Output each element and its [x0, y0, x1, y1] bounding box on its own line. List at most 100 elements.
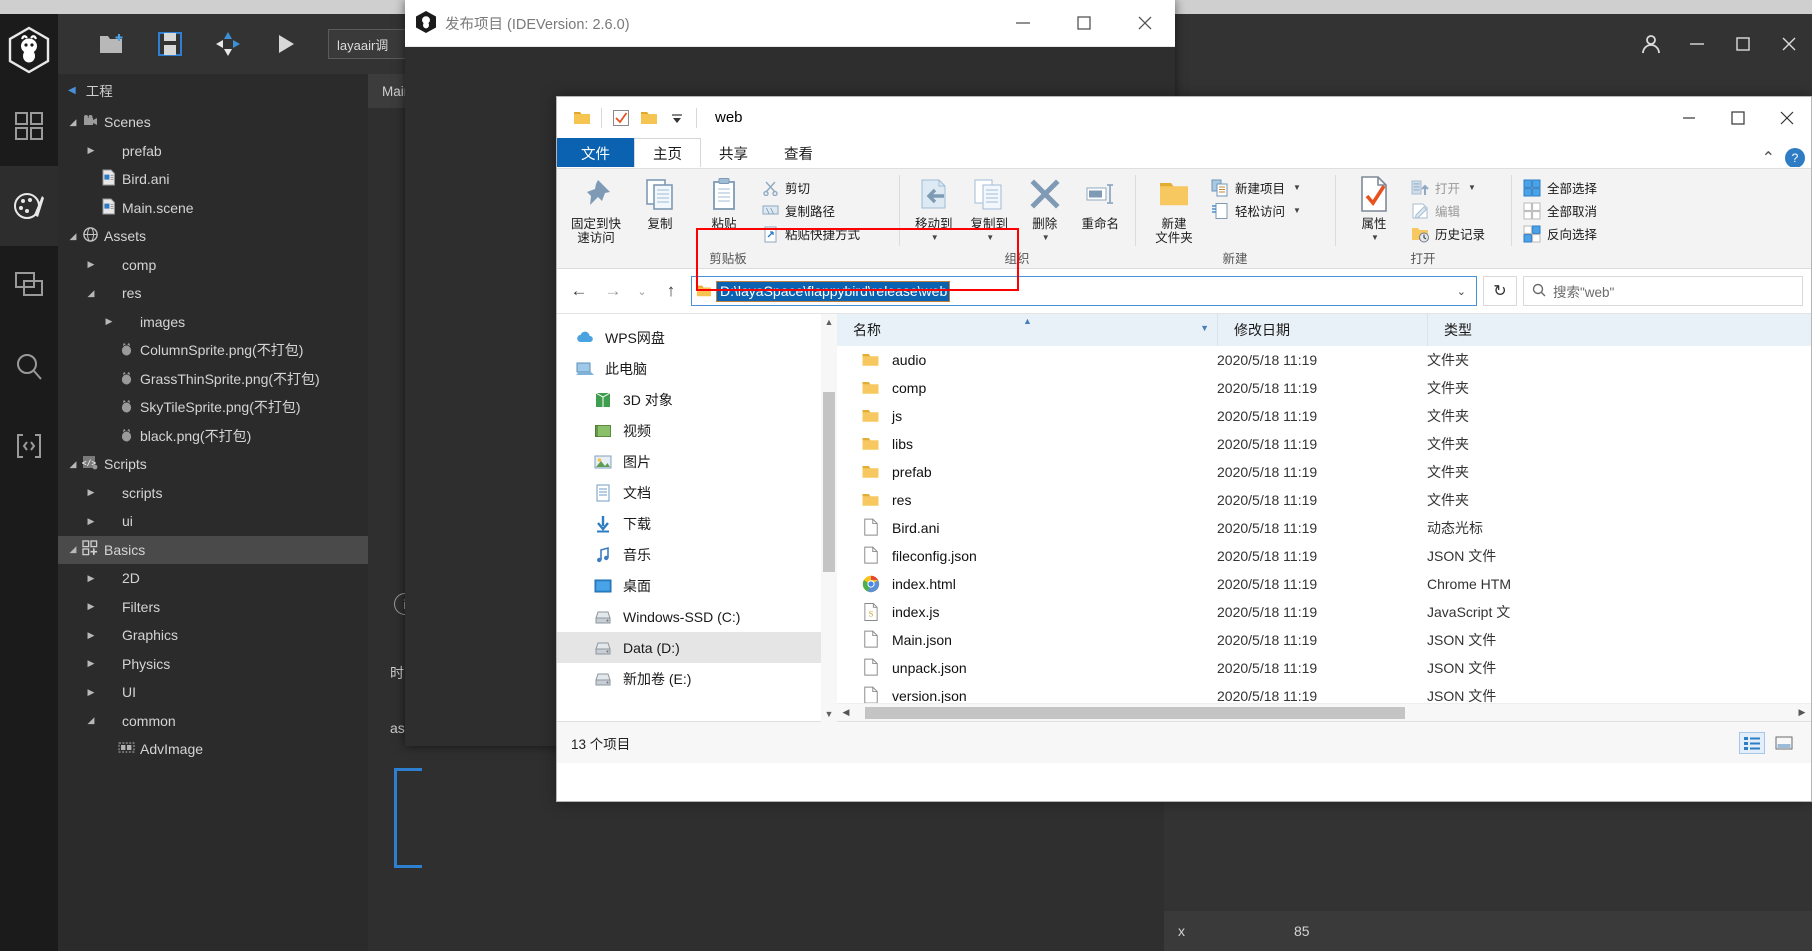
tree-expander-icon[interactable]: ◢	[66, 459, 80, 470]
tree-item-res[interactable]: ◢ res	[58, 279, 368, 308]
tree-expander-icon[interactable]: ▶	[84, 687, 98, 698]
nav-item-3[interactable]: 视频	[557, 415, 837, 446]
tree-expander-icon[interactable]: ▶	[102, 316, 116, 327]
tree-item-graphics[interactable]: ▶ Graphics	[58, 621, 368, 650]
nav-item-6[interactable]: 下载	[557, 508, 837, 539]
ribbon-button-copyto[interactable]: 复制到 ▼	[963, 175, 1017, 245]
tree-expander-icon[interactable]: ▶	[84, 658, 98, 669]
recent-locations-icon[interactable]: ⌄	[633, 277, 651, 305]
rail-item-palette[interactable]	[0, 166, 58, 246]
publish-maximize-button[interactable]	[1053, 0, 1114, 47]
publish-minimize-button[interactable]	[992, 0, 1053, 47]
column-header-date[interactable]: 修改日期	[1217, 314, 1427, 346]
tab-view[interactable]: 查看	[766, 138, 831, 168]
chevron-down-icon[interactable]: ▼	[1293, 206, 1301, 215]
tab-file[interactable]: 文件	[557, 138, 634, 168]
tree-expander-icon[interactable]: ▶	[84, 630, 98, 641]
chevron-down-icon[interactable]: ▼	[917, 231, 953, 245]
nav-item-7[interactable]: 音乐	[557, 539, 837, 570]
tree-item-scenes[interactable]: ◢ Scenes	[58, 108, 368, 137]
tree-expander-icon[interactable]: ◢	[66, 117, 80, 128]
ribbon-button-copypath[interactable]: \\ 复制路径	[757, 199, 864, 222]
tab-home[interactable]: 主页	[634, 138, 701, 168]
tree-item-basics[interactable]: ◢ Basics	[58, 535, 368, 564]
folder-icon[interactable]	[571, 107, 593, 129]
tree-item-ui[interactable]: ▶ ui	[58, 507, 368, 536]
tree-item-common[interactable]: ◢ common	[58, 707, 368, 736]
run-icon[interactable]	[270, 28, 302, 60]
chevron-down-icon[interactable]: ▼	[1363, 231, 1386, 245]
tree-item-filters[interactable]: ▶ Filters	[58, 593, 368, 622]
tree-item-ui[interactable]: ▶ UI	[58, 678, 368, 707]
tree-item-physics[interactable]: ▶ Physics	[58, 650, 368, 679]
table-row[interactable]: prefab 2020/5/18 11:19 文件夹	[837, 458, 1811, 486]
property-value[interactable]: 85	[1294, 923, 1310, 939]
refresh-button[interactable]: ↻	[1483, 276, 1517, 306]
ribbon-button-properties[interactable]: 属性 ▼	[1343, 175, 1405, 245]
table-row[interactable]: audio 2020/5/18 11:19 文件夹	[837, 346, 1811, 374]
tree-item-scripts[interactable]: ▶ scripts	[58, 479, 368, 508]
tree-expander-icon[interactable]: ▶	[84, 516, 98, 527]
details-view-button[interactable]	[1739, 731, 1765, 754]
tree-item-columnspritepng[interactable]: ColumnSprite.png(不打包)	[58, 336, 368, 365]
collapse-left-icon[interactable]: ◀	[68, 85, 76, 96]
nav-item-10[interactable]: Data (D:)	[557, 632, 837, 663]
tab-share[interactable]: 共享	[701, 138, 766, 168]
explorer-close-button[interactable]	[1762, 97, 1811, 138]
help-icon[interactable]: ?	[1785, 148, 1805, 168]
ribbon-button-invertselect[interactable]: 反向选择	[1519, 222, 1601, 245]
ribbon-button-moveto[interactable]: 移动到 ▼	[907, 175, 961, 245]
tree-item-comp[interactable]: ▶ comp	[58, 251, 368, 280]
scrollbar-thumb[interactable]	[823, 392, 835, 572]
ribbon-button-newfolder[interactable]: 新建 文件夹	[1143, 175, 1205, 245]
column-header-name[interactable]: 名称 ▲ ▼	[837, 314, 1217, 346]
table-row[interactable]: unpack.json 2020/5/18 11:19 JSON 文件	[837, 654, 1811, 682]
ribbon-button-rename[interactable]: 重命名	[1074, 175, 1128, 231]
chevron-down-icon[interactable]: ▼	[1293, 183, 1301, 192]
hscroll-track[interactable]	[855, 704, 1793, 722]
scroll-up-icon[interactable]: ▲	[821, 314, 837, 330]
nav-item-11[interactable]: 新加卷 (E:)	[557, 663, 837, 694]
save-icon[interactable]	[154, 28, 186, 60]
file-list-hscrollbar[interactable]: ◀ ▶	[837, 703, 1811, 721]
tree-item-advimage[interactable]: AdvImage	[58, 735, 368, 764]
ribbon-button-copy[interactable]: 复制	[629, 175, 691, 231]
publish-close-button[interactable]	[1114, 0, 1175, 47]
tree-expander-icon[interactable]: ▶	[84, 145, 98, 156]
tree-item-scripts[interactable]: ◢ </> Scripts	[58, 450, 368, 479]
scroll-left-icon[interactable]: ◀	[837, 707, 855, 718]
ribbon-collapse-icon[interactable]: ⌃	[1762, 148, 1775, 168]
new-folder-icon[interactable]	[96, 28, 128, 60]
table-row[interactable]: fileconfig.json 2020/5/18 11:19 JSON 文件	[837, 542, 1811, 570]
checkbox-icon[interactable]	[610, 107, 632, 129]
ribbon-button-edit[interactable]: 编辑	[1407, 199, 1489, 222]
column-header-type[interactable]: 类型	[1427, 314, 1811, 346]
table-row[interactable]: version.json 2020/5/18 11:19 JSON 文件	[837, 682, 1811, 703]
ribbon-button-pasteshortcut[interactable]: 粘贴快捷方式	[757, 222, 864, 245]
tree-expander-icon[interactable]: ◢	[66, 544, 80, 555]
chevron-down-icon[interactable]: ⌄	[1457, 285, 1472, 298]
nav-item-1[interactable]: 此电脑	[557, 353, 837, 384]
chevron-down-icon[interactable]: ▼	[1468, 183, 1476, 192]
nav-item-8[interactable]: 桌面	[557, 570, 837, 601]
ide-minimize-button[interactable]	[1674, 15, 1720, 73]
chevron-down-icon[interactable]	[666, 107, 688, 129]
account-icon[interactable]	[1628, 15, 1674, 73]
tree-expander-icon[interactable]: ▶	[84, 487, 98, 498]
large-icons-view-button[interactable]	[1771, 732, 1797, 754]
table-row[interactable]: Main.json 2020/5/18 11:19 JSON 文件	[837, 626, 1811, 654]
scroll-down-icon[interactable]: ▼	[821, 706, 837, 722]
rail-item-widgets[interactable]	[0, 86, 58, 166]
navigation-scrollbar[interactable]: ▲ ▼	[821, 314, 837, 722]
table-row[interactable]: libs 2020/5/18 11:19 文件夹	[837, 430, 1811, 458]
column-filter-icon[interactable]: ▼	[1200, 323, 1209, 333]
nav-item-2[interactable]: 3D 对象	[557, 384, 837, 415]
tree-expander-icon[interactable]: ◢	[84, 715, 98, 726]
rail-item-console[interactable]	[0, 246, 58, 326]
rail-item-code[interactable]	[0, 406, 58, 486]
nav-item-4[interactable]: 图片	[557, 446, 837, 477]
table-row[interactable]: res 2020/5/18 11:19 文件夹	[837, 486, 1811, 514]
address-path-value[interactable]: D:\layaSpace\flappybird\release\web	[715, 280, 951, 302]
nav-item-5[interactable]: 文档	[557, 477, 837, 508]
nav-item-0[interactable]: WPS网盘	[557, 322, 837, 353]
